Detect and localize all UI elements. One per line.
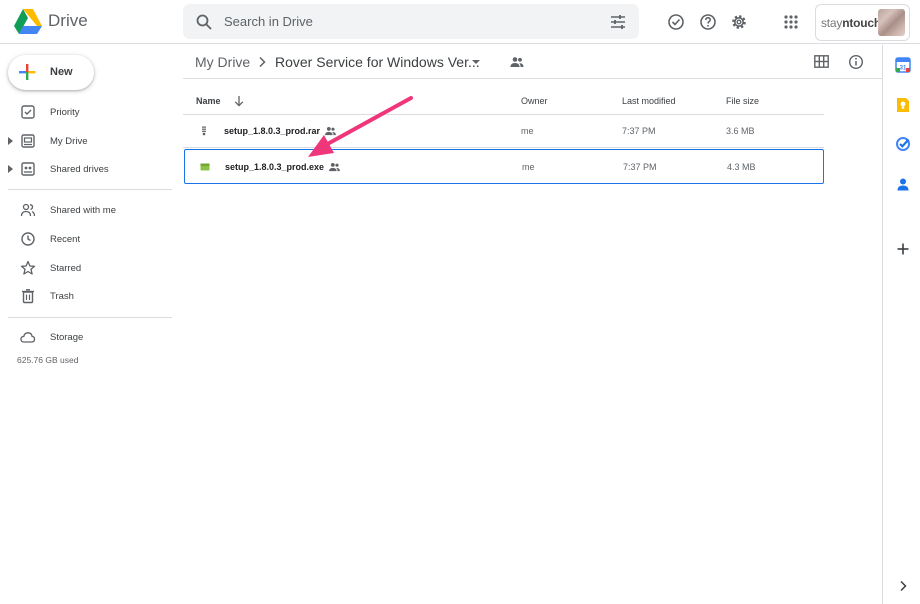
trash-icon <box>22 289 34 304</box>
file-owner: me <box>522 162 535 172</box>
settings-gear-icon[interactable] <box>729 12 749 32</box>
search-icon[interactable] <box>195 13 213 31</box>
star-icon <box>20 260 36 275</box>
column-header-file-size[interactable]: File size <box>726 96 759 106</box>
my-drive-icon <box>21 134 35 148</box>
sidebar-item-label: Trash <box>50 291 74 302</box>
new-button-label: New <box>50 66 73 78</box>
search-options-icon[interactable] <box>609 13 627 31</box>
help-icon[interactable] <box>698 12 718 32</box>
sidebar-item-shared-with-me[interactable]: Shared with me <box>0 200 172 222</box>
chevron-right-icon <box>259 56 266 68</box>
search-bar[interactable]: Search in Drive <box>183 4 639 39</box>
recent-icon <box>21 232 35 246</box>
sidebar-item-label: Shared with me <box>50 205 117 216</box>
avatar[interactable] <box>878 9 905 36</box>
sort-arrow-down-icon[interactable] <box>233 95 245 107</box>
file-size: 3.6 MB <box>726 126 755 136</box>
sidebar-item-shared-drives[interactable]: Shared drives <box>0 159 172 181</box>
search-input[interactable]: Search in Drive <box>224 14 313 29</box>
file-size: 4.3 MB <box>727 162 756 172</box>
storage-used-text: 625.76 GB used <box>17 355 79 365</box>
shared-drives-icon <box>21 162 35 176</box>
shared-folder-icon <box>510 57 524 67</box>
cloud-icon <box>20 332 36 343</box>
add-addon-plus-icon[interactable] <box>895 241 911 257</box>
breadcrumb-my-drive[interactable]: My Drive <box>195 54 250 70</box>
plus-icon <box>19 64 36 80</box>
top-bar: Drive Search in Drive stayntouch <box>0 0 920 44</box>
info-icon[interactable] <box>848 54 864 70</box>
column-header-owner[interactable]: Owner <box>521 96 548 106</box>
file-owner: me <box>521 126 534 136</box>
sidebar-item-label: My Drive <box>50 136 88 147</box>
sidebar-item-label: Starred <box>50 263 82 274</box>
sidebar-item-label: Storage <box>50 332 84 343</box>
column-header-name[interactable]: Name <box>196 96 221 106</box>
sidebar-item-label: Priority <box>50 107 80 118</box>
sidebar-item-recent[interactable]: Recent <box>0 229 172 251</box>
sidebar-item-priority[interactable]: Priority <box>0 102 172 124</box>
shared-file-icon <box>329 163 340 172</box>
expand-caret-icon[interactable] <box>8 165 13 173</box>
sidebar-divider <box>8 317 172 318</box>
shared-with-me-icon <box>20 203 36 217</box>
new-button[interactable]: New <box>8 55 94 90</box>
calendar-icon[interactable]: 31 <box>895 57 911 73</box>
sidebar-divider <box>8 189 172 190</box>
main-content: My Drive Rover Service for Windows Ver..… <box>183 45 882 604</box>
ready-offline-icon[interactable] <box>666 12 686 32</box>
organization-logo: stayntouch <box>821 16 882 30</box>
keep-icon[interactable] <box>895 97 911 113</box>
sidebar-item-label: Shared drives <box>50 164 109 175</box>
executable-file-icon <box>200 163 210 171</box>
side-panel: 31 <box>882 45 920 604</box>
table-row[interactable]: setup_1.8.0.3_prod.rar me 7:37 PM 3.6 MB <box>183 115 824 148</box>
file-name: setup_1.8.0.3_prod.rar <box>224 126 321 136</box>
file-last-modified: 7:37 PM <box>622 126 656 136</box>
sidebar-item-storage[interactable]: Storage <box>0 327 172 349</box>
chevron-right-icon[interactable] <box>898 580 908 592</box>
file-last-modified: 7:37 PM <box>623 162 657 172</box>
sidebar-item-starred[interactable]: Starred <box>0 258 172 280</box>
sidebar-item-trash[interactable]: Trash <box>0 286 172 308</box>
tasks-icon[interactable] <box>895 136 911 152</box>
drive-logo-icon[interactable] <box>14 8 42 34</box>
column-header-last-modified[interactable]: Last modified <box>622 96 676 106</box>
sidebar-item-my-drive[interactable]: My Drive <box>0 131 172 153</box>
folder-menu-dropdown-icon[interactable] <box>472 60 480 64</box>
expand-caret-icon[interactable] <box>8 137 13 145</box>
file-table-header: Name Owner Last modified File size <box>183 89 824 115</box>
contacts-icon[interactable] <box>895 176 911 192</box>
sidebar: New Priority My Drive Shared drives Shar… <box>0 45 182 604</box>
svg-text:31: 31 <box>900 66 907 72</box>
archive-file-icon <box>202 126 206 136</box>
account-switcher[interactable]: stayntouch <box>815 4 910 41</box>
grid-view-icon[interactable] <box>814 55 829 68</box>
table-row-selected[interactable]: setup_1.8.0.3_prod.exe me 7:37 PM 4.3 MB <box>184 149 824 184</box>
breadcrumb: My Drive Rover Service for Windows Ver..… <box>183 45 882 79</box>
apps-grid-icon[interactable] <box>781 12 801 32</box>
breadcrumb-current-folder[interactable]: Rover Service for Windows Ver... <box>275 54 480 70</box>
file-name: setup_1.8.0.3_prod.exe <box>225 162 325 172</box>
app-name: Drive <box>48 11 88 30</box>
priority-icon <box>21 105 35 119</box>
sidebar-item-label: Recent <box>50 234 81 245</box>
shared-file-icon <box>325 127 336 136</box>
